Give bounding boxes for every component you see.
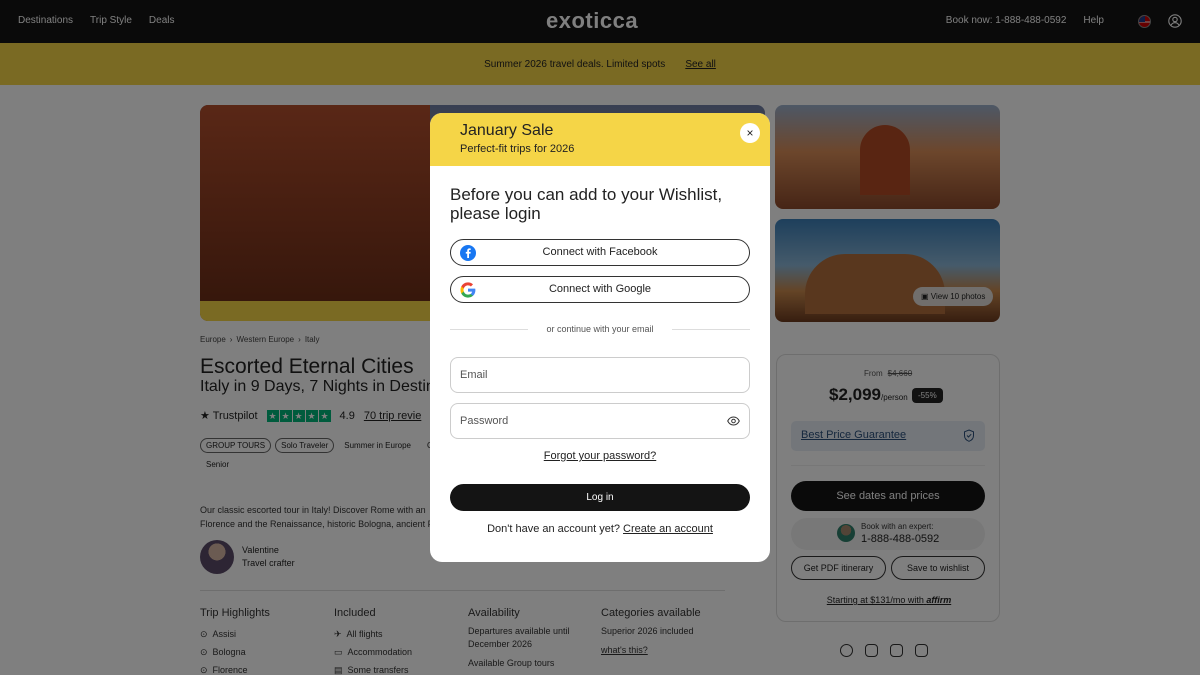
email-placeholder: Email bbox=[460, 369, 488, 381]
login-button[interactable]: Log in bbox=[450, 484, 750, 511]
login-modal: January Sale Perfect-fit trips for 2026 … bbox=[430, 113, 770, 562]
close-icon[interactable]: × bbox=[740, 123, 760, 143]
google-login-label: Connect with Google bbox=[548, 283, 652, 295]
facebook-icon bbox=[460, 245, 476, 261]
forgot-password-link[interactable]: Forgot your password? bbox=[430, 450, 770, 462]
sale-header: January Sale Perfect-fit trips for 2026 … bbox=[430, 113, 770, 166]
password-placeholder: Password bbox=[460, 415, 509, 427]
email-field[interactable]: Email bbox=[450, 357, 750, 393]
eye-icon[interactable] bbox=[727, 416, 740, 426]
sale-subtitle: Perfect-fit trips for 2026 bbox=[460, 143, 575, 155]
login-title: Before you can add to your Wishlist, ple… bbox=[450, 185, 723, 223]
divider bbox=[672, 329, 750, 330]
signup-prompt: Don't have an account yet? Create an acco… bbox=[430, 523, 770, 535]
google-icon bbox=[460, 282, 476, 298]
create-account-link[interactable]: Create an account bbox=[623, 523, 713, 535]
no-account-text: Don't have an account yet? bbox=[487, 523, 621, 535]
password-field[interactable]: Password bbox=[450, 403, 750, 439]
google-login-button[interactable]: Connect with Google bbox=[450, 276, 750, 303]
sale-title: January Sale bbox=[460, 122, 554, 139]
facebook-login-button[interactable]: Connect with Facebook bbox=[450, 239, 750, 266]
facebook-login-label: Connect with Facebook bbox=[542, 246, 658, 258]
